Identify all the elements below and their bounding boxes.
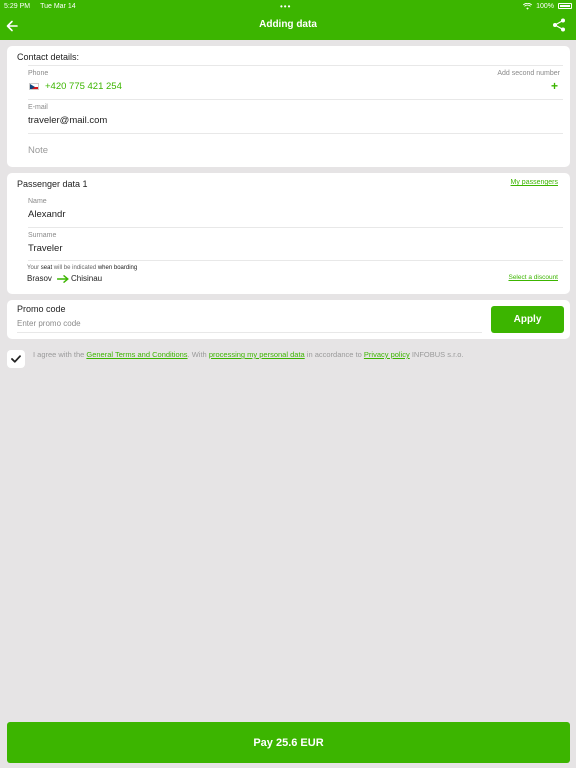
passenger-data-card: Passenger data 1 My passengers Name Alex…	[7, 173, 570, 294]
divider	[28, 133, 563, 134]
personal-data-link[interactable]: processing my personal data	[209, 350, 305, 359]
name-field[interactable]: Alexandr	[28, 209, 66, 220]
wifi-icon	[523, 2, 533, 10]
apply-button[interactable]: Apply	[491, 306, 564, 333]
contact-details-card: Contact details: Phone Add second number…	[7, 46, 570, 167]
email-field[interactable]: traveler@mail.com	[28, 115, 107, 126]
contact-details-title: Contact details:	[17, 52, 80, 62]
battery-icon	[558, 3, 572, 9]
note-field[interactable]: Note	[28, 145, 48, 156]
status-date: Tue Mar 14	[40, 2, 76, 10]
pay-button[interactable]: Pay 25.6 EUR	[7, 722, 570, 763]
route-to: Chisinau	[71, 274, 103, 283]
promo-code-title: Promo code	[17, 304, 66, 314]
page-title: Adding data	[259, 19, 317, 30]
seat-note: Your seat will be indicated when boardin…	[27, 265, 138, 271]
select-discount-link[interactable]: Select a discount	[508, 274, 558, 281]
add-phone-plus-icon[interactable]: +	[551, 79, 558, 93]
divider	[28, 99, 563, 100]
phone-label: Phone	[28, 70, 49, 77]
route-arrow-icon	[57, 275, 69, 283]
phone-field[interactable]: +420 775 421 254	[45, 81, 122, 92]
status-bar: 5:29 PM Tue Mar 14 ••• 100%	[0, 0, 576, 12]
general-terms-link[interactable]: General Terms and Conditions	[86, 350, 187, 359]
privacy-policy-link[interactable]: Privacy policy	[364, 350, 410, 359]
divider	[28, 260, 563, 261]
share-icon[interactable]	[552, 18, 566, 32]
promo-input-underline	[17, 332, 482, 333]
status-time: 5:29 PM	[4, 2, 31, 10]
surname-field[interactable]: Traveler	[28, 243, 63, 254]
promo-code-input[interactable]: Enter promo code	[17, 319, 81, 328]
nav-bar: Adding data	[0, 12, 576, 40]
checkmark-icon	[11, 355, 21, 363]
surname-label: Surname	[28, 232, 57, 239]
my-passengers-link[interactable]: My passengers	[511, 179, 558, 186]
terms-checkbox[interactable]	[7, 350, 25, 368]
battery-percent: 100%	[536, 2, 554, 10]
czech-flag-icon[interactable]	[29, 83, 39, 90]
divider	[28, 227, 563, 228]
passenger-data-title: Passenger data 1	[17, 179, 88, 189]
email-label: E-mail	[28, 104, 48, 111]
divider	[28, 65, 563, 66]
add-second-number-link[interactable]: Add second number	[497, 70, 560, 77]
multitask-dots[interactable]: •••	[280, 2, 291, 11]
route-from: Brasov	[27, 274, 52, 283]
name-label: Name	[28, 198, 47, 205]
promo-code-card: Promo code Enter promo code	[7, 300, 570, 339]
terms-text: I agree with the General Terms and Condi…	[33, 350, 464, 359]
